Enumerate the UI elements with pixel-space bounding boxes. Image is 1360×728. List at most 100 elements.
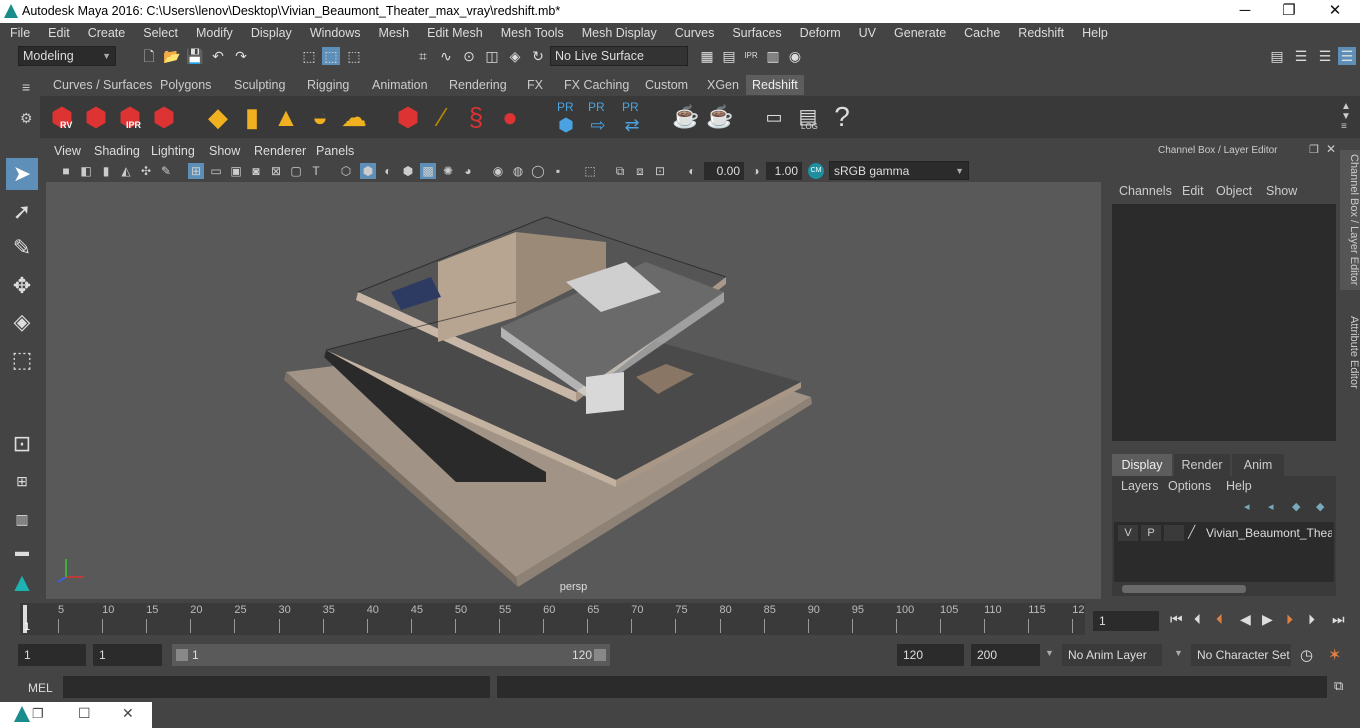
menu-curves[interactable]: Curves — [665, 23, 723, 43]
minimize-button[interactable]: ─ — [1222, 0, 1268, 23]
grid-icon[interactable]: ⊞ — [188, 163, 204, 179]
menu-display[interactable]: Display — [241, 23, 300, 43]
menu-uv[interactable]: UV — [849, 23, 884, 43]
chevron-down-icon[interactable]: ▼ — [1045, 648, 1054, 658]
snap-surface-icon[interactable]: ◈ — [506, 47, 524, 65]
viewport-menu-shading[interactable]: Shading — [94, 144, 140, 158]
go-to-start-icon[interactable]: ⏮ — [1170, 611, 1183, 628]
shelf-scroll-icon[interactable]: ▲ ▼ ≡ — [1341, 102, 1351, 132]
use-lights-icon[interactable]: ▩ — [420, 163, 436, 179]
select-component-icon[interactable]: ⬚ — [345, 47, 363, 65]
tab-rendering[interactable]: Rendering — [443, 75, 513, 95]
two-view-layout-icon[interactable]: ▥ — [6, 503, 38, 535]
restore-window-icon[interactable]: ❐ — [32, 706, 44, 722]
sphere-shader-icon[interactable]: ● — [494, 100, 526, 134]
close-window-icon[interactable]: ✕ — [122, 705, 134, 722]
tab-rigging[interactable]: Rigging — [301, 75, 355, 95]
open-scene-icon[interactable]: 📂 — [163, 47, 181, 65]
layer-color-icon[interactable]: ╱ — [1188, 525, 1202, 541]
character-set-dropdown[interactable]: No Character Set — [1191, 644, 1291, 666]
play-backwards-icon[interactable]: ◀ — [1240, 611, 1251, 628]
snap-point-icon[interactable]: ⊙ — [460, 47, 478, 65]
options-menu[interactable]: Options — [1168, 479, 1211, 493]
ambient-occlusion-icon[interactable]: ◕ — [460, 163, 476, 179]
exposure-field[interactable]: 0.00 — [704, 162, 744, 180]
toggle-channel-box-icon[interactable]: ☰ — [1338, 47, 1356, 65]
menu-create[interactable]: Create — [78, 23, 134, 43]
move-tool-icon[interactable]: ✥ — [6, 270, 38, 302]
script-editor-button-icon[interactable]: ⧉ — [1334, 678, 1343, 694]
shelf-menu-icon[interactable]: ≡ — [22, 79, 30, 95]
single-view-layout-icon[interactable]: ⊡ — [6, 428, 38, 460]
exposure-icon[interactable]: ◐ — [684, 163, 700, 179]
float-panel-icon[interactable]: ❐ — [1309, 143, 1319, 156]
layout-icon[interactable]: ▤ — [1268, 47, 1286, 65]
camera-icon[interactable]: ■ — [58, 163, 74, 179]
menu-help[interactable]: Help — [1072, 23, 1116, 43]
layer-tab-anim[interactable]: Anim — [1232, 454, 1284, 476]
playback-end-field[interactable]: 120 — [897, 644, 964, 666]
safe-action-icon[interactable]: ▢ — [288, 163, 304, 179]
portal-light-icon[interactable]: ▮ — [236, 100, 268, 134]
anim-layer-dropdown[interactable]: No Anim Layer — [1062, 644, 1162, 666]
viewport-menu-show[interactable]: Show — [209, 144, 240, 158]
layer-name[interactable]: Vivian_Beaumont_Theater — [1206, 526, 1332, 540]
layer-visibility-toggle[interactable]: V — [1118, 525, 1138, 541]
sun-sky-icon[interactable]: ☁ — [338, 100, 370, 134]
layer-playback-toggle[interactable]: P — [1141, 525, 1161, 541]
paint-select-tool-icon[interactable]: ✎ — [6, 232, 38, 264]
viewport-menu-panels[interactable]: Panels — [316, 144, 354, 158]
xray-components-icon[interactable]: ▪ — [550, 163, 566, 179]
save-scene-icon[interactable]: 💾 — [186, 47, 204, 65]
step-back-icon[interactable]: ⏴ — [1194, 611, 1201, 628]
dome-light-icon[interactable]: ◒ — [304, 100, 336, 134]
shader-bowl-icon[interactable]: ☕ — [670, 100, 702, 134]
chevron-down-icon[interactable]: ▼ — [1174, 648, 1183, 658]
material-bowl-icon[interactable]: ☕ — [704, 100, 736, 134]
menu-windows[interactable]: Windows — [300, 23, 369, 43]
scene-start-field[interactable]: 1 — [18, 644, 86, 666]
menu-mesh-display[interactable]: Mesh Display — [572, 23, 665, 43]
redo-icon[interactable]: ↷ — [232, 47, 250, 65]
snap-grid-icon[interactable]: ⌗ — [414, 47, 432, 65]
tab-fx[interactable]: FX — [521, 75, 549, 95]
tab-curves-surfaces[interactable]: Curves / Surfaces — [47, 75, 158, 95]
animation-preferences-icon[interactable]: ✶ — [1328, 645, 1341, 665]
range-slider[interactable]: 1 120 — [172, 644, 610, 666]
channels-menu[interactable]: Channels — [1119, 184, 1172, 198]
gamma-icon[interactable]: ◑ — [748, 163, 764, 179]
wireframe-on-shaded-icon[interactable]: ◐ — [380, 163, 396, 179]
toggle-tool-settings-icon[interactable]: ☰ — [1316, 47, 1334, 65]
tab-xgen[interactable]: XGen — [701, 75, 745, 95]
gate-mask-icon[interactable]: ◙ — [248, 163, 264, 179]
menu-file[interactable]: File — [0, 23, 38, 43]
select-hierarchy-icon[interactable]: ⬚ — [300, 47, 318, 65]
menu-mesh-tools[interactable]: Mesh Tools — [491, 23, 572, 43]
tab-polygons[interactable]: Polygons — [154, 75, 217, 95]
image-plane-icon[interactable]: ◭ — [118, 163, 134, 179]
command-language-label[interactable]: MEL — [28, 681, 53, 695]
resolution-gate-icon[interactable]: ▣ — [228, 163, 244, 179]
channel-edit-menu[interactable]: Edit — [1182, 184, 1204, 198]
render-view-icon[interactable]: ▦ — [698, 47, 716, 65]
camera-attributes-icon[interactable]: ◧ — [78, 163, 94, 179]
xray-icon[interactable]: ◍ — [510, 163, 526, 179]
playback-start-field[interactable]: 1 — [93, 644, 162, 666]
scale-tool-icon[interactable]: ⬚ — [6, 344, 38, 376]
menu-surfaces[interactable]: Surfaces — [722, 23, 789, 43]
help-question-icon[interactable]: ? — [826, 100, 858, 134]
layer-display-type[interactable] — [1164, 525, 1184, 541]
bookmark-icon[interactable]: ▮ — [98, 163, 114, 179]
menu-deform[interactable]: Deform — [790, 23, 849, 43]
viewport-menu-renderer[interactable]: Renderer — [254, 144, 306, 158]
menu-cache[interactable]: Cache — [954, 23, 1008, 43]
new-layer-selected-icon[interactable]: ◆ — [1316, 500, 1324, 513]
lasso-tool-icon[interactable]: ➚ — [6, 196, 38, 228]
hair-icon[interactable]: ⁄ — [426, 100, 458, 134]
auto-key-icon[interactable]: ◷ — [1300, 646, 1313, 664]
sync-camera-icon[interactable]: ⧉ — [612, 163, 628, 179]
select-tool-icon[interactable]: ➤ — [6, 158, 38, 190]
tab-channel-box-layer-editor[interactable]: Channel Box / Layer Editor — [1340, 150, 1360, 290]
isolate-select-icon[interactable]: ◉ — [490, 163, 506, 179]
close-panel-icon[interactable]: ✕ — [1326, 142, 1336, 156]
